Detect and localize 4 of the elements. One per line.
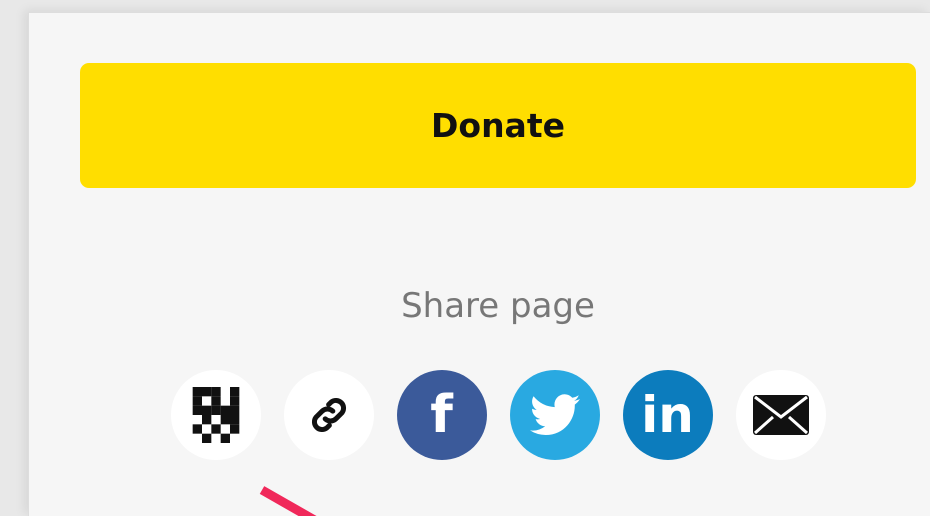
donate-button[interactable]: Donate: [80, 63, 916, 188]
share-title: Share page: [401, 286, 595, 326]
facebook-icon[interactable]: f: [396, 370, 486, 460]
linkedin-icon[interactable]: in: [622, 370, 712, 460]
